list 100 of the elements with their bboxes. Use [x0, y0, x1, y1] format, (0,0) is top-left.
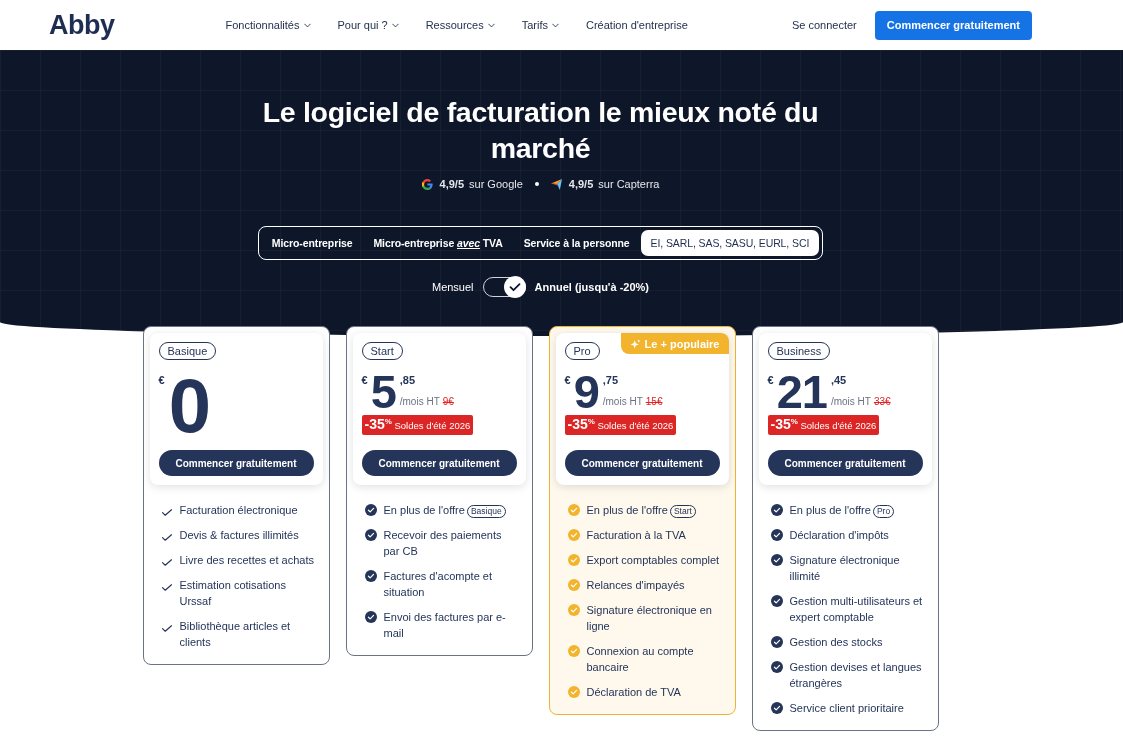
check-circle-icon — [567, 645, 580, 657]
feature-text: Facturation à la TVA — [586, 529, 686, 541]
check-circle-icon — [364, 570, 377, 582]
rating-score: 4,9/5 — [439, 178, 464, 190]
feature-text: Signature électronique illimité — [789, 554, 900, 582]
nav-link[interactable]: Pour qui ? — [337, 19, 399, 31]
feature-text: En plus de l'offre — [789, 504, 871, 516]
price-amount: 5 — [370, 372, 396, 412]
old-price: 9€ — [442, 396, 454, 407]
start-free-button[interactable]: Commencer gratuitement — [874, 10, 1032, 40]
billing-period: /mois HT — [602, 396, 643, 407]
login-link[interactable]: Se connecter — [791, 19, 857, 31]
feature-text: Relances d'impayés — [586, 579, 685, 591]
feature-text: Gestion des stocks — [789, 636, 883, 648]
check-circle-icon — [567, 554, 580, 566]
price-cents: ,85 — [399, 373, 417, 387]
price-amount: 21 — [776, 372, 827, 412]
logo[interactable]: Abby — [49, 11, 115, 39]
segment-tab[interactable]: Service à la personne — [513, 230, 640, 256]
nav-link[interactable]: Fonctionnalités — [225, 19, 311, 31]
check-circle-icon — [770, 595, 783, 607]
feature-text: Livre des recettes et achats — [179, 554, 314, 566]
feature-text: Connexion au compte bancaire — [586, 645, 694, 673]
check-circle-icon — [770, 504, 783, 516]
start-free-button[interactable]: Commencer gratuitement — [767, 450, 923, 476]
popular-label: Le + populaire — [644, 337, 720, 350]
switch-knob-icon — [503, 276, 526, 298]
g-letter-icon — [421, 178, 433, 190]
sale-tag: -35$^{%}$ Soldes d'été 2026 — [361, 415, 474, 435]
check-icon — [161, 559, 172, 566]
monthly-label: Mensuel — [431, 281, 474, 293]
currency-symbol: € — [767, 374, 774, 386]
price-cents: ,45 — [830, 373, 848, 387]
check-circle-icon — [567, 504, 580, 516]
annual-label: Annuel (jusqu'à -20%) — [534, 281, 649, 293]
check-circle-icon — [364, 504, 377, 516]
sparkle-icon — [629, 338, 641, 349]
sale-tag: -35$^{%}$ Soldes d'été 2026 — [564, 415, 677, 435]
nav-link[interactable]: Création d'entreprise — [586, 19, 688, 31]
feature-text: Bibliothèque articles et clients — [179, 620, 291, 648]
check-icon — [161, 584, 172, 591]
feature-text: Gestion multi-utilisateurs et expert comptable — [789, 595, 923, 623]
price-amount: 9 — [573, 372, 599, 412]
nav-link[interactable]: Tarifs — [521, 19, 559, 31]
hero-title: Le logiciel de facturation le mieux noté du marché — [261, 95, 820, 166]
feature-text: Facturation électronique — [179, 504, 298, 516]
segment-tab[interactable]: Micro-entreprise avec TVA — [363, 230, 513, 256]
feature-text: Factures d'acompte et situation — [383, 570, 492, 598]
billing-switch[interactable] — [482, 277, 526, 297]
start-free-button[interactable]: Commencer gratuitement — [564, 450, 720, 476]
rating-source: sur Capterra — [598, 178, 660, 190]
nav-link[interactable]: Ressources — [425, 19, 495, 31]
price-amount: 0 — [168, 372, 210, 440]
check-icon — [161, 625, 172, 632]
chevron-down-icon — [303, 22, 311, 28]
check-circle-icon — [567, 604, 580, 616]
billing-period: /mois HT — [830, 396, 871, 407]
billing-period: /mois HT — [399, 396, 440, 407]
check-circle-icon — [770, 554, 783, 566]
check-circle-icon — [364, 529, 377, 541]
dot-icon — [534, 182, 539, 186]
check-circle-icon — [567, 529, 580, 541]
feature-text: Gestion devises et langues étrangères — [789, 661, 922, 689]
arrow-logo-icon — [550, 178, 562, 190]
chevron-down-icon — [552, 22, 559, 28]
feature-text: Service client prioritaire — [789, 702, 904, 714]
feature-text: Signature électronique en ligne — [586, 604, 712, 632]
check-circle-icon — [770, 661, 783, 673]
sale-tag: -35$^{%}$ Soldes d'été 2026 — [767, 415, 880, 435]
start-free-button[interactable]: Commencer gratuitement — [158, 450, 314, 476]
currency-symbol: € — [158, 374, 165, 386]
rating-source: sur Google — [469, 178, 523, 190]
check-circle-icon — [770, 702, 783, 714]
feature-text: Envoi des factures par e-mail — [383, 611, 506, 639]
feature-text: Export comptables complet — [586, 554, 720, 566]
check-icon — [161, 534, 172, 541]
currency-symbol: € — [361, 374, 368, 386]
feature-text: Déclaration d'impôts — [789, 529, 889, 541]
check-circle-icon — [770, 529, 783, 541]
check-circle-icon — [364, 611, 377, 623]
old-price: 33€ — [873, 396, 891, 407]
check-circle-icon — [770, 636, 783, 648]
check-circle-icon — [567, 579, 580, 591]
price-cents: ,75 — [602, 373, 620, 387]
segment-tab[interactable]: EI, SARL, SAS, SASU, EURL, SCI — [640, 230, 820, 256]
feature-text: En plus de l'offre — [383, 504, 465, 516]
segment-tab[interactable]: Micro-entreprise — [261, 230, 363, 256]
currency-symbol: € — [564, 374, 571, 386]
check-circle-icon — [567, 686, 580, 698]
feature-text: Déclaration de TVA — [586, 686, 681, 698]
chevron-down-icon — [391, 22, 399, 28]
feature-text: En plus de l'offre — [586, 504, 668, 516]
rating-score: 4,9/5 — [568, 178, 594, 190]
start-free-button[interactable]: Commencer gratuitement — [361, 450, 517, 476]
old-price: 15€ — [645, 396, 663, 407]
chevron-down-icon — [487, 22, 495, 28]
feature-text: Estimation cotisations Urssaf — [179, 579, 286, 607]
feature-text: Recevoir des paiements par CB — [383, 529, 502, 557]
feature-text: Devis & factures illimités — [179, 529, 299, 541]
check-icon — [161, 509, 172, 516]
